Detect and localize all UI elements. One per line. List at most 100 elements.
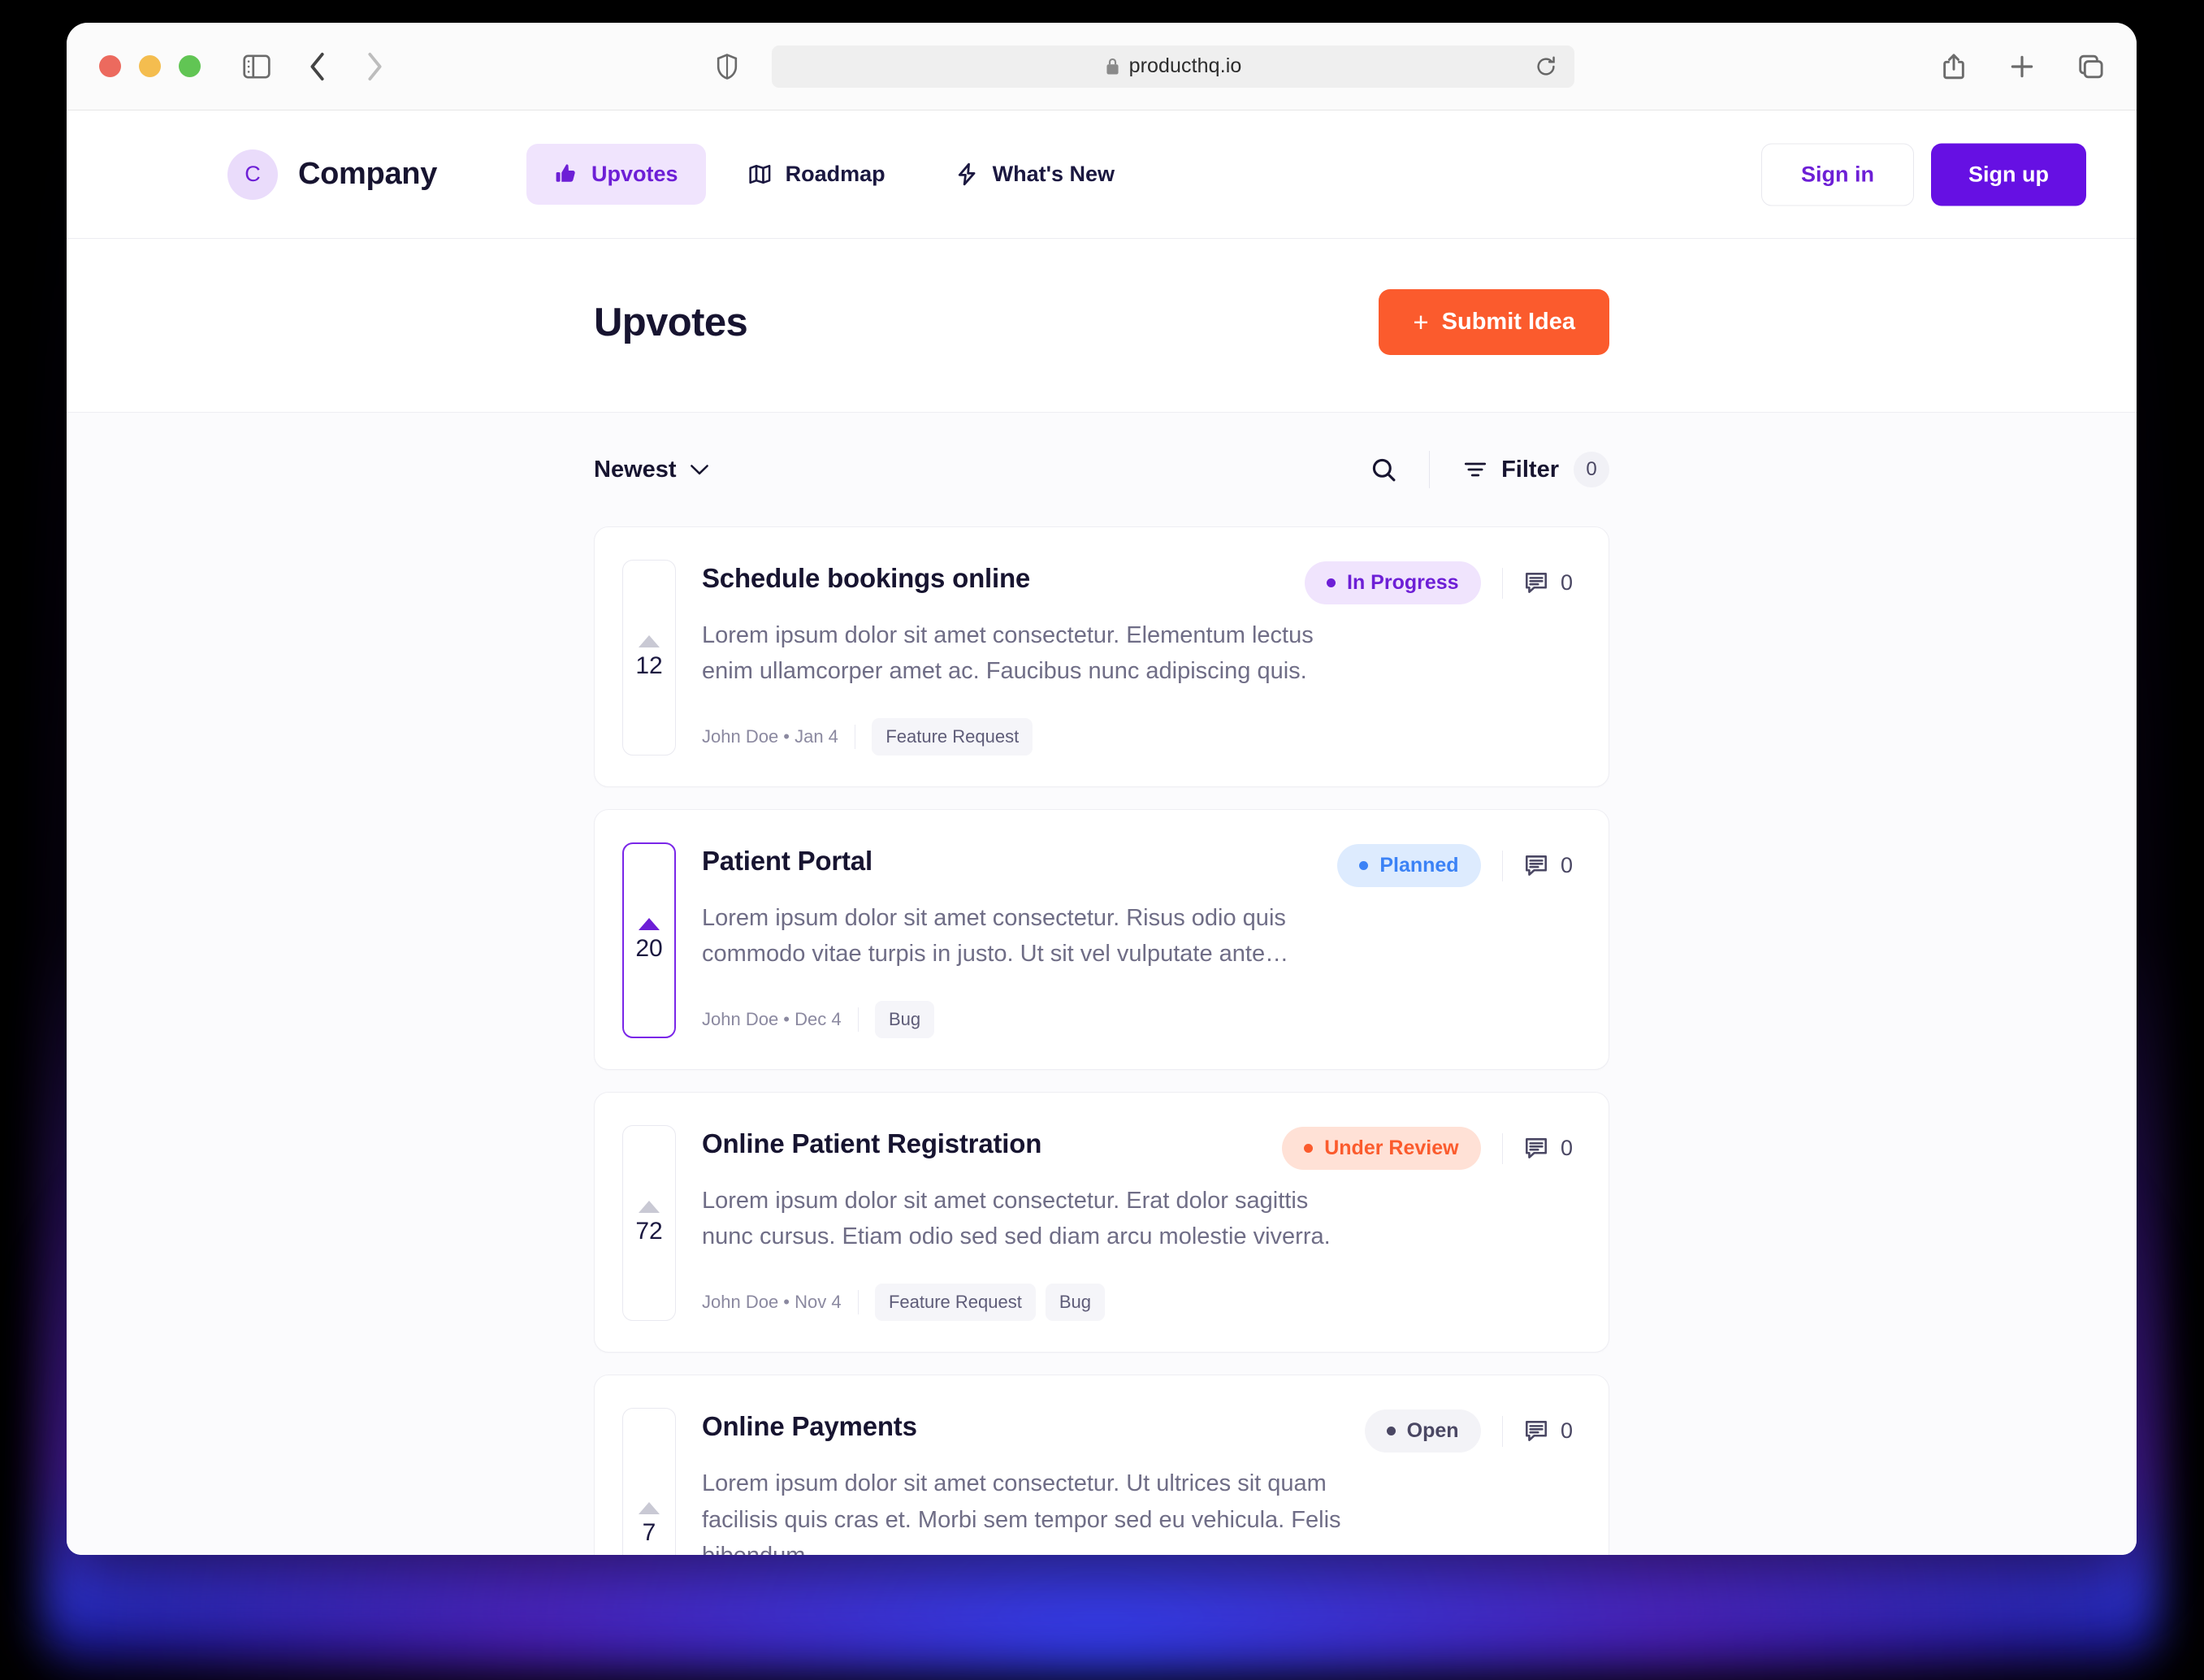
nav-item-roadmap[interactable]: Roadmap <box>721 144 913 205</box>
sort-label: Newest <box>594 456 677 483</box>
share-icon[interactable] <box>1942 53 1966 80</box>
comment-count: 0 <box>1560 1418 1573 1444</box>
comment-count: 0 <box>1560 853 1573 878</box>
lock-icon <box>1105 57 1120 76</box>
comment-count-group[interactable]: 0 <box>1524 853 1573 878</box>
nav-item-whats-new[interactable]: What's New <box>928 144 1142 205</box>
comment-bubble-icon <box>1524 1137 1548 1161</box>
reload-icon[interactable] <box>1535 56 1557 77</box>
idea-card-list: 12 Schedule bookings online In Progress <box>594 526 1609 1555</box>
comment-count-group[interactable]: 0 <box>1524 1136 1573 1161</box>
vote-count: 12 <box>635 652 663 680</box>
idea-tag[interactable]: Feature Request <box>872 718 1033 756</box>
idea-title: Schedule bookings online <box>702 563 1031 593</box>
filter-button[interactable]: Filter 0 <box>1430 452 1609 487</box>
chevron-down-icon <box>690 463 709 476</box>
idea-card-right: Open 0 <box>1364 1408 1573 1453</box>
idea-card[interactable]: 12 Schedule bookings online In Progress <box>594 526 1609 788</box>
idea-tags: Feature Request <box>872 718 1033 756</box>
status-label: Planned <box>1379 854 1459 877</box>
close-window-button[interactable] <box>99 55 121 77</box>
nav-label-whats-new: What's New <box>992 162 1115 186</box>
nav-item-upvotes[interactable]: Upvotes <box>526 144 706 205</box>
list-toolbar: Newest Filter 0 <box>594 413 1609 526</box>
company-name: Company <box>298 157 438 191</box>
idea-tag[interactable]: Feature Request <box>874 1284 1036 1322</box>
idea-description: Lorem ipsum dolor sit amet consectetur. … <box>702 622 1314 685</box>
company-logo-avatar: C <box>227 149 278 200</box>
status-badge: Planned <box>1337 844 1481 888</box>
idea-meta: John Doe • Nov 4 Feature Request Bug <box>702 1284 1573 1322</box>
idea-card[interactable]: 20 Patient Portal Planned 0 Lorem ipsum … <box>594 809 1609 1071</box>
submit-idea-label: Submit Idea <box>1441 309 1575 335</box>
upvote-arrow-icon <box>639 635 660 648</box>
comment-count-group[interactable]: 0 <box>1524 570 1573 595</box>
forward-arrow-icon[interactable] <box>365 51 384 82</box>
maximize-window-button[interactable] <box>179 55 201 77</box>
page-title: Upvotes <box>594 300 748 344</box>
comment-bubble-icon <box>1524 1419 1548 1444</box>
shield-icon[interactable] <box>717 53 738 80</box>
chrome-right-actions <box>1942 53 2104 80</box>
comment-bubble-icon <box>1524 854 1548 878</box>
sidebar-toggle-icon[interactable] <box>243 54 271 79</box>
vote-button[interactable]: 20 <box>622 842 676 1039</box>
comment-count: 0 <box>1560 1136 1573 1161</box>
browser-window: producthq.io C Company Upvotes Roadmap W… <box>67 23 2137 1555</box>
submit-idea-button[interactable]: + Submit Idea <box>1379 289 1609 355</box>
idea-tag[interactable]: Bug <box>1045 1284 1105 1322</box>
comment-bubble-icon <box>1524 571 1548 595</box>
filter-count-badge: 0 <box>1574 452 1609 487</box>
filter-icon <box>1464 461 1487 478</box>
idea-card-body: Online Patient Registration Under Review <box>702 1125 1573 1322</box>
tab-overview-icon[interactable] <box>2078 54 2104 79</box>
main-nav: Upvotes Roadmap What's New <box>526 144 1142 205</box>
card-divider <box>1501 1415 1503 1447</box>
upvote-arrow-icon <box>639 1501 660 1514</box>
idea-card-body: Schedule bookings online In Progress 0 L… <box>702 560 1573 756</box>
vote-count: 20 <box>635 935 663 963</box>
idea-card-right: Under Review 0 <box>1282 1125 1573 1171</box>
back-arrow-icon[interactable] <box>308 51 327 82</box>
sign-in-button[interactable]: Sign in <box>1761 143 1915 206</box>
idea-title: Online Payments <box>702 1411 917 1442</box>
vote-button[interactable]: 12 <box>622 560 676 756</box>
filter-label: Filter <box>1501 456 1559 483</box>
comment-count: 0 <box>1560 570 1573 595</box>
idea-card-body: Patient Portal Planned 0 Lorem ipsum dol… <box>702 842 1573 1039</box>
meta-divider <box>857 1290 859 1315</box>
thumbs-up-icon <box>554 162 578 186</box>
status-label: In Progress <box>1347 571 1459 594</box>
idea-card[interactable]: 72 Online Patient Registration Under Rev… <box>594 1092 1609 1353</box>
meta-divider <box>857 1007 859 1033</box>
idea-title: Patient Portal <box>702 846 873 877</box>
minimize-window-button[interactable] <box>139 55 161 77</box>
comment-count-group[interactable]: 0 <box>1524 1418 1573 1444</box>
browser-chrome: producthq.io <box>67 23 2137 110</box>
idea-author-date: John Doe • Dec 4 <box>702 1009 842 1030</box>
idea-card-right: Planned 0 <box>1337 842 1573 888</box>
sort-dropdown[interactable]: Newest <box>594 457 709 483</box>
map-icon <box>748 162 772 186</box>
status-label: Open <box>1406 1419 1459 1443</box>
search-icon[interactable] <box>1339 457 1429 483</box>
idea-tag[interactable]: Bug <box>874 1001 935 1039</box>
brand[interactable]: C Company <box>227 149 437 200</box>
idea-description: Lorem ipsum dolor sit amet consectetur. … <box>702 1470 1341 1555</box>
vote-count: 7 <box>642 1518 656 1546</box>
idea-tags: Bug <box>874 1001 935 1039</box>
vote-button[interactable]: 7 <box>622 1408 676 1555</box>
traffic-lights <box>99 55 201 77</box>
auth-buttons: Sign in Sign up <box>1761 143 2086 206</box>
sign-up-button[interactable]: Sign up <box>1931 143 2086 206</box>
page-title-band: Upvotes + Submit Idea <box>67 239 2137 413</box>
idea-meta: John Doe • Jan 4 Feature Request <box>702 718 1573 756</box>
toolbar-right: Filter 0 <box>1339 451 1609 488</box>
status-label: Under Review <box>1324 1137 1459 1160</box>
idea-card[interactable]: 7 Online Payments Open 0 Lorem ipsum dol… <box>594 1375 1609 1555</box>
new-tab-plus-icon[interactable] <box>2010 54 2034 79</box>
vote-button[interactable]: 72 <box>622 1125 676 1322</box>
upvote-arrow-icon <box>639 918 660 931</box>
idea-author-date: John Doe • Nov 4 <box>702 1292 842 1313</box>
url-bar[interactable]: producthq.io <box>772 45 1574 88</box>
